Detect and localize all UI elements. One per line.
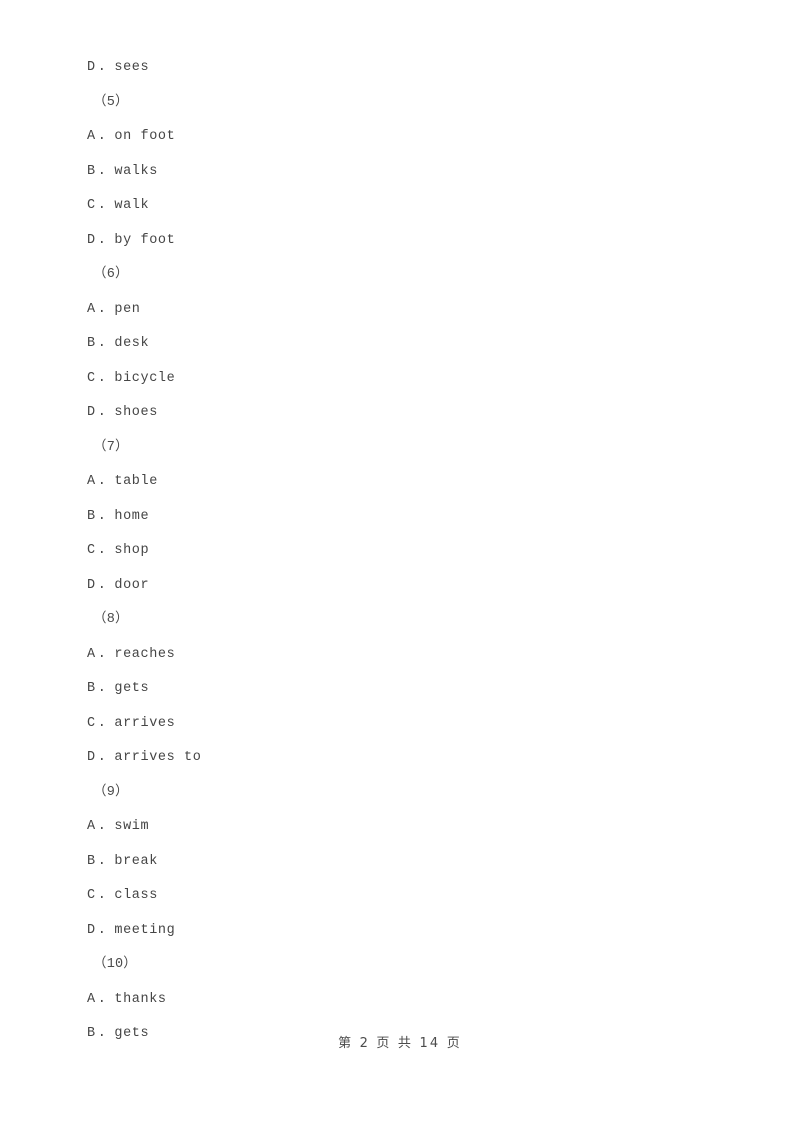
option-text: shoes (114, 405, 158, 420)
answer-option: B. gets (87, 672, 727, 707)
answer-option: A. on foot (87, 120, 727, 155)
option-separator: . (97, 646, 107, 662)
option-text: break (114, 853, 158, 869)
page-footer: 第 2 页 共 14 页 (0, 1034, 800, 1053)
answer-option: C. walk (87, 189, 727, 224)
option-separator: . (97, 60, 107, 75)
option-text: class (114, 888, 158, 903)
option-separator: . (97, 405, 107, 420)
option-separator: . (97, 508, 107, 524)
answer-option: C. shop (87, 534, 727, 569)
option-letter: D (87, 232, 96, 248)
answer-option: D. shoes (87, 396, 727, 431)
question-number: （10） (93, 957, 138, 972)
answer-option: A. swim (87, 810, 727, 845)
option-text: thanks (114, 991, 167, 1007)
option-separator: . (97, 577, 107, 593)
option-letter: D (87, 405, 96, 420)
option-text: sees (114, 60, 150, 75)
answer-option: B. walks (87, 155, 727, 190)
answer-option: D. door (87, 569, 727, 604)
answer-option: A. pen (87, 293, 727, 328)
option-separator: . (97, 336, 107, 351)
option-letter: A (87, 819, 96, 834)
option-separator: . (97, 853, 107, 869)
option-letter: B (87, 336, 96, 351)
answer-option: C. class (87, 879, 727, 914)
answer-option: D. arrives to (87, 741, 727, 776)
option-separator: . (97, 991, 107, 1007)
question-number: （9） (93, 784, 129, 800)
answer-option: B. home (87, 500, 727, 535)
option-separator: . (97, 129, 107, 144)
option-letter: A (87, 646, 96, 662)
option-text: desk (114, 336, 150, 351)
answer-option: D. sees (87, 51, 727, 86)
option-letter: D (87, 577, 96, 593)
option-letter: B (87, 853, 96, 869)
document-page: D. sees （5） A. on foot B. walks C. walk D. by foot… (0, 0, 800, 1132)
option-text: bicycle (114, 370, 176, 386)
question-number: （8） (93, 612, 129, 627)
option-text: gets (114, 681, 150, 696)
option-text: table (114, 474, 158, 489)
option-separator: . (97, 543, 107, 558)
option-separator: . (97, 750, 107, 765)
option-text: home (114, 508, 150, 524)
option-text: swim (114, 819, 150, 834)
option-letter: C (87, 370, 96, 386)
option-text: shop (114, 543, 150, 558)
option-text: walk (114, 198, 150, 213)
option-separator: . (97, 474, 107, 489)
option-letter: C (87, 888, 96, 903)
question-number: （5） (93, 94, 129, 110)
option-text: by foot (114, 232, 176, 248)
option-text: on foot (114, 129, 176, 144)
option-text: meeting (114, 922, 176, 938)
option-letter: D (87, 60, 96, 75)
option-letter: B (87, 508, 96, 524)
option-separator: . (97, 232, 107, 248)
answer-option: A. table (87, 465, 727, 500)
option-letter: A (87, 129, 96, 144)
option-letter: C (87, 198, 96, 213)
answer-option: B. break (87, 845, 727, 880)
option-separator: . (97, 681, 107, 696)
option-letter: C (87, 543, 96, 558)
option-separator: . (97, 922, 107, 938)
answer-option: C. bicycle (87, 362, 727, 397)
answer-option: A. thanks (87, 983, 727, 1018)
option-letter: D (87, 922, 96, 938)
option-text: walks (114, 163, 158, 179)
option-letter: A (87, 991, 96, 1007)
option-separator: . (97, 198, 107, 213)
option-letter: A (87, 474, 96, 489)
option-letter: A (87, 301, 96, 317)
option-separator: . (97, 888, 107, 903)
option-letter: D (87, 750, 96, 765)
option-separator: . (97, 370, 107, 386)
option-separator: . (97, 715, 107, 731)
question-number: （7） (93, 439, 129, 455)
option-text: pen (114, 301, 141, 317)
option-letter: C (87, 715, 96, 731)
option-separator: . (97, 819, 107, 834)
option-letter: B (87, 681, 96, 696)
answer-option: C. arrives (87, 707, 727, 742)
answer-option: B. desk (87, 327, 727, 362)
option-separator: . (97, 163, 107, 179)
option-separator: . (97, 301, 107, 317)
option-text: arrives (114, 715, 176, 731)
option-text: reaches (114, 646, 176, 662)
answer-option: D. meeting (87, 914, 727, 949)
option-text: door (114, 577, 150, 593)
question-options-list: D. sees （5） A. on foot B. walks C. walk D. by foot… (87, 51, 727, 1052)
page-number-label: 第 2 页 共 14 页 (338, 1036, 462, 1051)
answer-option: D. by foot (87, 224, 727, 259)
answer-option: A. reaches (87, 638, 727, 673)
question-number: （6） (93, 267, 129, 282)
option-letter: B (87, 163, 96, 179)
option-text: arrives to (114, 750, 202, 765)
